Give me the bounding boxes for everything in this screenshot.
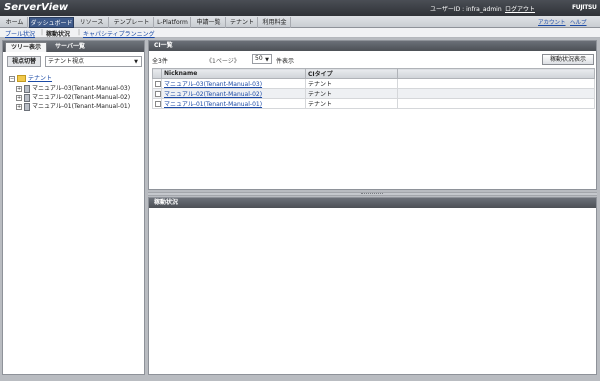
- tree-item-label[interactable]: マニュアル-02(Tenant-Manual-02): [32, 94, 130, 102]
- table-row[interactable]: マニュアル-01(Tenant-Manual-01) テナント: [152, 98, 595, 109]
- ci-type-cell: テナント: [305, 78, 398, 89]
- sub-nav: プール状況 | 稼動状況 | キャパシティプランニング: [0, 28, 600, 38]
- chevron-down-icon: ▼: [134, 59, 138, 65]
- nickname-cell: マニュアル-01(Tenant-Manual-01): [161, 98, 306, 109]
- per-page-select[interactable]: 50 ▼: [252, 54, 272, 64]
- empty-cell: [397, 98, 595, 109]
- help-link[interactable]: ヘルプ: [570, 18, 587, 26]
- row-select-cell: [152, 98, 162, 109]
- show-status-button[interactable]: 稼動状況表示: [542, 54, 594, 65]
- ci-list-title: CI一覧: [149, 41, 596, 51]
- viewpoint-switcher: 視点切替 テナント視点 ▼: [7, 56, 142, 67]
- table-row[interactable]: マニュアル-03(Tenant-Manual-03) テナント: [152, 78, 595, 89]
- empty-cell: [397, 88, 595, 99]
- chevron-down-icon: ▼: [265, 57, 269, 63]
- row-select-cell: [152, 88, 162, 99]
- table-row[interactable]: マニュアル-02(Tenant-Manual-02) テナント: [152, 88, 595, 99]
- subnav-separator: |: [41, 29, 44, 36]
- ci-list-panel: CI一覧 全3件 《1ページ》 50 ▼ 件表示 稼動状況表示 Nickname…: [148, 40, 597, 190]
- splitter-grip-icon[interactable]: [361, 193, 383, 195]
- tab-templates[interactable]: テンプレート: [110, 17, 154, 28]
- tab-tenants[interactable]: テナント: [227, 17, 258, 28]
- nickname-link[interactable]: マニュアル-01(Tenant-Manual-01): [164, 101, 262, 108]
- folder-icon: [17, 75, 26, 82]
- per-page-suffix: 件表示: [276, 58, 295, 65]
- tree-item-label[interactable]: マニュアル-01(Tenant-Manual-01): [32, 103, 130, 111]
- tenant-icon: [24, 85, 30, 93]
- tab-charges[interactable]: 利用料金: [259, 17, 291, 28]
- viewpoint-select[interactable]: テナント視点 ▼: [45, 56, 142, 67]
- per-page-value: 50: [255, 55, 263, 62]
- subnav-pool-status[interactable]: プール状況: [5, 29, 35, 38]
- row-checkbox[interactable]: [155, 100, 161, 107]
- left-tab-bar: ツリー表示 サーバ一覧: [3, 41, 144, 52]
- column-header-empty: [397, 68, 595, 79]
- tab-resources[interactable]: リソース: [75, 17, 109, 28]
- main-nav: ホーム ダッシュボード リソース テンプレート L-Platform 申請一覧 …: [0, 16, 600, 28]
- select-column-header: [152, 68, 162, 79]
- tab-home[interactable]: ホーム: [2, 17, 28, 28]
- total-count: 全3件: [152, 58, 168, 65]
- tab-applications[interactable]: 申請一覧: [192, 17, 226, 28]
- column-header-nickname[interactable]: Nickname: [161, 68, 306, 79]
- row-checkbox[interactable]: [155, 90, 161, 97]
- empty-cell: [397, 78, 595, 89]
- row-checkbox[interactable]: [155, 80, 161, 87]
- brand-logo: FUJITSU: [572, 4, 597, 11]
- expand-icon[interactable]: +: [16, 86, 22, 92]
- app-logo: ServerView: [4, 2, 69, 13]
- tab-server-list[interactable]: サーバ一覧: [49, 42, 91, 52]
- nickname-link[interactable]: マニュアル-03(Tenant-Manual-03): [164, 81, 262, 88]
- column-header-ci-type[interactable]: CIタイプ: [305, 68, 398, 79]
- user-info: ユーザーID : infra_admin: [430, 6, 502, 13]
- tab-dashboard[interactable]: ダッシュボード: [29, 17, 74, 28]
- tenant-icon: [24, 94, 30, 102]
- tenant-icon: [24, 103, 30, 111]
- viewpoint-label: 視点切替: [7, 56, 41, 67]
- subnav-separator: |: [78, 29, 81, 36]
- panel-splitter[interactable]: [148, 192, 597, 196]
- tree-item-label[interactable]: マニュアル-03(Tenant-Manual-03): [32, 85, 130, 93]
- status-panel: 稼動状況: [148, 197, 597, 375]
- status-panel-title: 稼動状況: [149, 198, 596, 208]
- nickname-cell: マニュアル-02(Tenant-Manual-02): [161, 88, 306, 99]
- tab-l-platform[interactable]: L-Platform: [155, 17, 191, 28]
- subnav-operation-status: 稼動状況: [46, 31, 71, 38]
- subnav-capacity-planning[interactable]: キャパシティプランニング: [83, 29, 155, 38]
- logout-link[interactable]: ログアウト: [505, 4, 535, 13]
- tab-tree-view[interactable]: ツリー表示: [5, 42, 47, 52]
- collapse-icon[interactable]: −: [9, 76, 15, 82]
- expand-icon[interactable]: +: [16, 95, 22, 101]
- table-header-row: Nickname CIタイプ: [152, 68, 595, 79]
- row-select-cell: [152, 78, 162, 89]
- viewpoint-value: テナント視点: [48, 58, 85, 65]
- account-link[interactable]: アカウント: [538, 18, 566, 26]
- ci-type-cell: テナント: [305, 98, 398, 109]
- page-indicator: 《1ページ》: [206, 58, 240, 65]
- ci-type-cell: テナント: [305, 88, 398, 99]
- tree-panel: ツリー表示 サーバ一覧 視点切替 テナント視点 ▼ − テナント + マニュアル…: [2, 40, 145, 375]
- nickname-cell: マニュアル-03(Tenant-Manual-03): [161, 78, 306, 89]
- tree-root-label[interactable]: テナント: [28, 75, 52, 83]
- expand-icon[interactable]: +: [16, 104, 22, 110]
- nickname-link[interactable]: マニュアル-02(Tenant-Manual-02): [164, 91, 262, 98]
- app-header: ServerView ユーザーID : infra_admin ログアウト FU…: [0, 0, 600, 16]
- ci-table: Nickname CIタイプ マニュアル-03(Tenant-Manual-03…: [152, 68, 595, 109]
